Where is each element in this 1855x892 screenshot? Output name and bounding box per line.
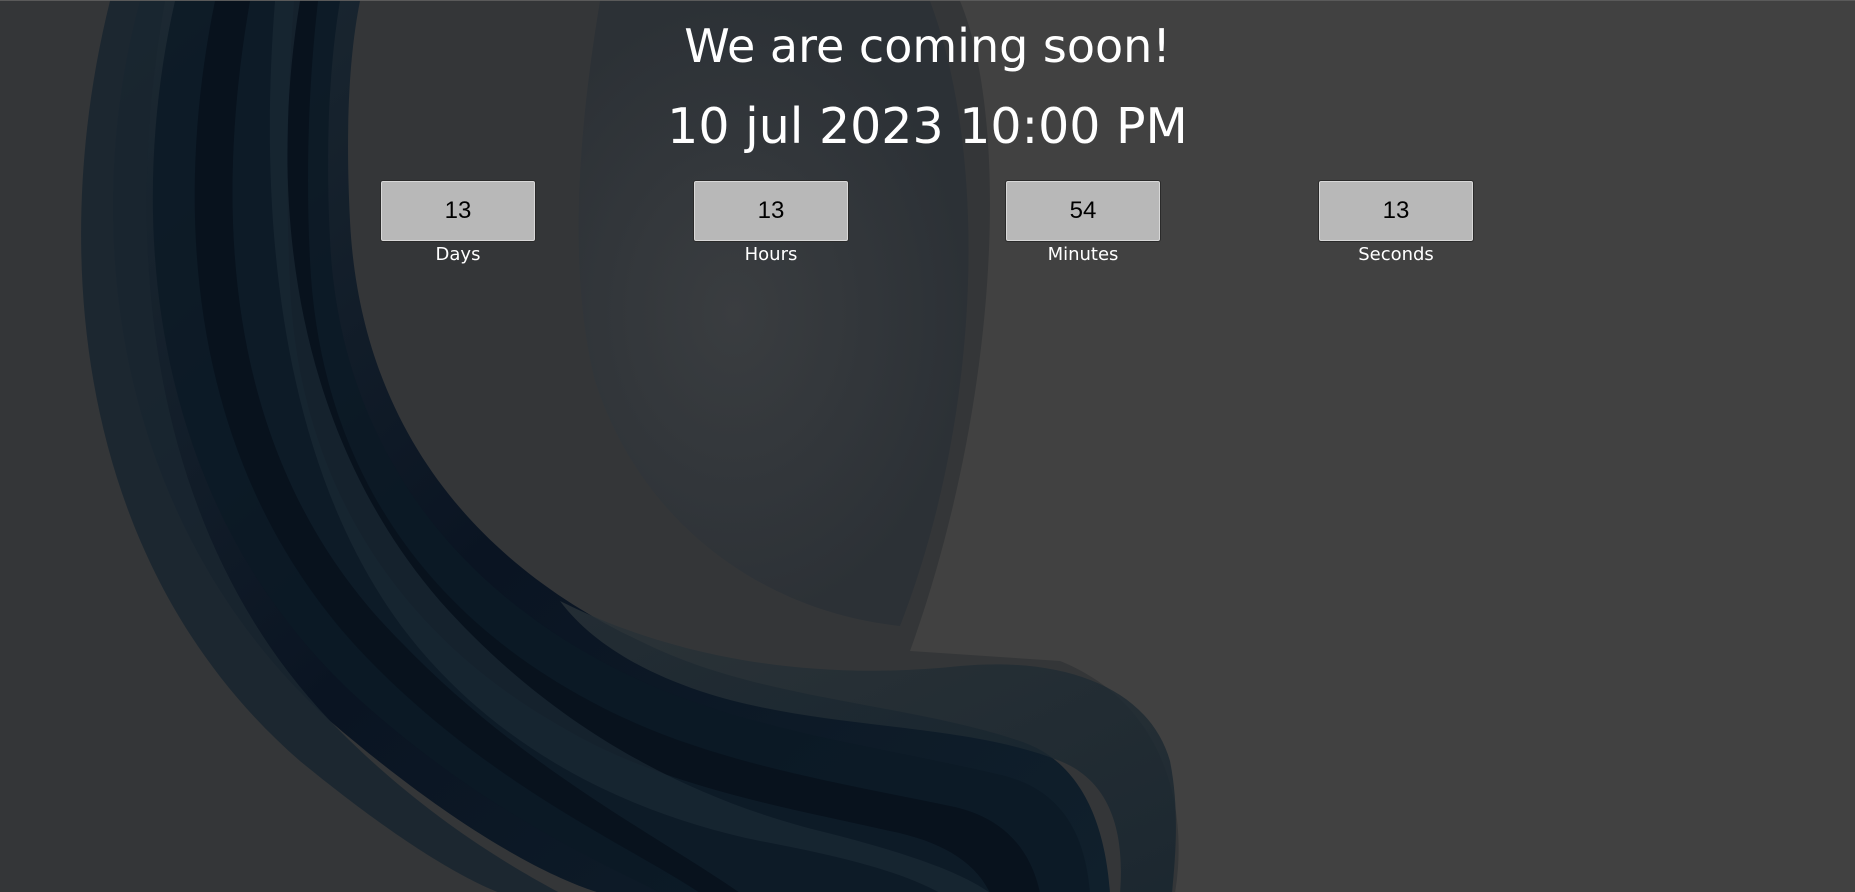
countdown-days: 13 Days bbox=[380, 180, 536, 266]
seconds-label: Seconds bbox=[1358, 244, 1434, 265]
coming-soon-page: We are coming soon! 10 jul 2023 10:00 PM… bbox=[0, 0, 1855, 892]
seconds-value-box: 13 bbox=[1318, 180, 1474, 242]
page-title: We are coming soon! bbox=[684, 19, 1171, 73]
content-layer: We are coming soon! 10 jul 2023 10:00 PM… bbox=[0, 1, 1855, 892]
minutes-label: Minutes bbox=[1047, 244, 1119, 265]
launch-date: 10 jul 2023 10:00 PM bbox=[667, 98, 1188, 155]
days-label: Days bbox=[435, 244, 481, 265]
countdown-seconds: 13 Seconds bbox=[1318, 180, 1474, 266]
countdown-minutes: 54 Minutes bbox=[1005, 180, 1161, 266]
countdown-hours: 13 Hours bbox=[693, 180, 849, 266]
hours-label: Hours bbox=[744, 244, 798, 265]
days-value-box: 13 bbox=[380, 180, 536, 242]
hours-value-box: 13 bbox=[693, 180, 849, 242]
minutes-value-box: 54 bbox=[1005, 180, 1161, 242]
